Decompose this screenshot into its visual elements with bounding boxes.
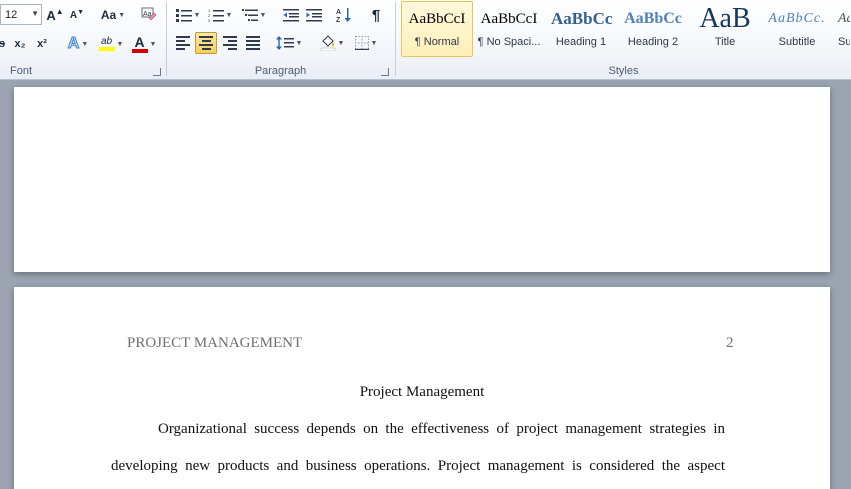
align-left-icon	[176, 36, 190, 50]
page-number[interactable]: 2	[726, 335, 734, 352]
chevron-down-icon[interactable]: ▼	[31, 9, 39, 18]
line-spacing-button[interactable]: ▼	[273, 32, 305, 54]
change-case-button[interactable]: Aa ▼	[98, 4, 128, 26]
text-effects-button[interactable]: A ▼	[64, 33, 92, 55]
font-color-swatch	[131, 48, 148, 53]
paragraph-dialog-launcher[interactable]	[381, 68, 389, 76]
style-heading-1[interactable]: AaBbCc Heading 1	[545, 1, 617, 57]
bullets-icon	[175, 9, 192, 22]
decrease-indent-icon	[283, 9, 299, 22]
font-group-label: Font	[10, 65, 33, 77]
clear-formatting-button[interactable]: Aa	[138, 4, 160, 26]
clear-formatting-icon: Aa	[141, 7, 157, 21]
body-text-line[interactable]: Organizational success depends on the ef…	[111, 421, 725, 438]
highlight-icon: ab	[98, 37, 115, 51]
style-name: Subtitle	[778, 36, 816, 48]
decrease-indent-button[interactable]	[280, 4, 302, 26]
pilcrow-icon: ¶	[371, 6, 381, 24]
grow-font-icon: A	[46, 7, 56, 23]
justify-icon	[246, 36, 260, 50]
style-name: Heading 2	[627, 36, 679, 48]
shading-button[interactable]: ▼	[317, 32, 347, 54]
style-subtle-emphasis[interactable]: Aa Su	[833, 1, 851, 57]
multilevel-list-icon	[241, 9, 258, 21]
style-heading-2[interactable]: AaBbCc Heading 2	[617, 1, 689, 57]
strikethrough-button[interactable]: s	[0, 33, 8, 55]
svg-text:Z: Z	[336, 17, 341, 23]
align-center-icon	[199, 36, 213, 50]
document-page[interactable]	[14, 87, 830, 272]
grow-font-button[interactable]: A ▲	[45, 4, 65, 26]
font-color-icon: A	[131, 35, 148, 53]
style-name: ¶ No Spaci...	[477, 36, 541, 48]
paragraph-group: ▼ 1 2 3 ▼ ▼ A Z ¶ ▼ ▼ ▼ Paragraph	[167, 0, 394, 80]
styles-group-label: Styles	[608, 65, 639, 77]
svg-text:A: A	[336, 9, 341, 16]
font-size-value: 12	[5, 8, 18, 21]
shrink-font-button[interactable]: A ▼	[67, 4, 87, 26]
superscript-icon: x²	[37, 38, 47, 50]
strikethrough-icon: s	[0, 38, 6, 50]
borders-button[interactable]: ▼	[351, 32, 381, 54]
style-name: Su	[838, 36, 850, 48]
styles-group: AaBbCcI ¶ Normal AaBbCcI ¶ No Spaci... A…	[396, 0, 851, 80]
text-effects-icon: A	[67, 35, 80, 53]
style-preview: AaBbCc	[551, 9, 613, 28]
multilevel-list-button[interactable]: ▼	[239, 4, 269, 26]
style-normal[interactable]: AaBbCcI ¶ Normal	[401, 1, 473, 57]
style-preview: AaBbCcI	[408, 10, 466, 27]
numbering-button[interactable]: 1 2 3 ▼	[205, 4, 235, 26]
style-preview: AaBbCc.	[768, 11, 826, 26]
superscript-button[interactable]: x²	[32, 33, 52, 55]
running-head[interactable]: PROJECT MANAGEMENT	[127, 335, 302, 352]
line-spacing-icon	[275, 36, 294, 50]
body-text-line[interactable]: developing new products and business ope…	[111, 458, 725, 475]
document-page[interactable]: PROJECT MANAGEMENT 2 Project Management …	[14, 287, 830, 489]
borders-icon	[354, 36, 369, 50]
style-name: Heading 1	[555, 36, 607, 48]
highlight-button[interactable]: ab ▼	[96, 33, 126, 55]
align-right-button[interactable]	[219, 32, 241, 54]
style-preview: Aa	[838, 11, 850, 26]
show-formatting-marks-button[interactable]: ¶	[365, 4, 387, 26]
document-title[interactable]: Project Management	[14, 384, 830, 401]
change-case-icon: Aa	[100, 8, 117, 22]
bullets-button[interactable]: ▼	[173, 4, 203, 26]
style-name: Title	[714, 36, 736, 48]
align-right-icon	[223, 36, 237, 50]
document-area[interactable]: PROJECT MANAGEMENT 2 Project Management …	[0, 81, 851, 489]
increase-indent-button[interactable]	[303, 4, 325, 26]
shrink-font-icon: A	[69, 9, 78, 21]
paragraph-group-label: Paragraph	[254, 65, 307, 77]
highlight-color-swatch	[98, 47, 115, 51]
sort-icon: A Z	[336, 8, 351, 23]
font-dialog-launcher[interactable]	[153, 68, 161, 76]
style-subtitle[interactable]: AaBbCc. Subtitle	[761, 1, 833, 57]
sort-button[interactable]: A Z	[333, 4, 355, 26]
style-preview: AaBbCcI	[480, 10, 538, 27]
font-color-button[interactable]: A ▼	[128, 33, 160, 55]
justify-button[interactable]	[242, 32, 264, 54]
style-title[interactable]: AaB Title	[689, 1, 761, 57]
style-name: ¶ Normal	[414, 36, 460, 48]
style-preview: AaBbCc	[624, 10, 682, 27]
shading-bucket-icon	[320, 35, 335, 51]
ribbon: 12 ▼ A ▲ A ▼ Aa ▼ Aa s x₂ x² A ▼ ab ▼ A …	[0, 0, 851, 80]
style-preview: AaB	[699, 3, 751, 34]
align-center-button[interactable]	[195, 32, 217, 54]
font-size-combobox[interactable]: 12 ▼	[0, 4, 42, 25]
subscript-button[interactable]: x₂	[10, 33, 30, 55]
svg-text:3: 3	[208, 18, 211, 22]
increase-indent-icon	[306, 9, 322, 22]
align-left-button[interactable]	[172, 32, 194, 54]
font-group: 12 ▼ A ▲ A ▼ Aa ▼ Aa s x₂ x² A ▼ ab ▼ A …	[0, 0, 166, 80]
subscript-icon: x₂	[14, 38, 26, 50]
style-no-spacing[interactable]: AaBbCcI ¶ No Spaci...	[473, 1, 545, 57]
numbering-icon: 1 2 3	[208, 8, 224, 22]
